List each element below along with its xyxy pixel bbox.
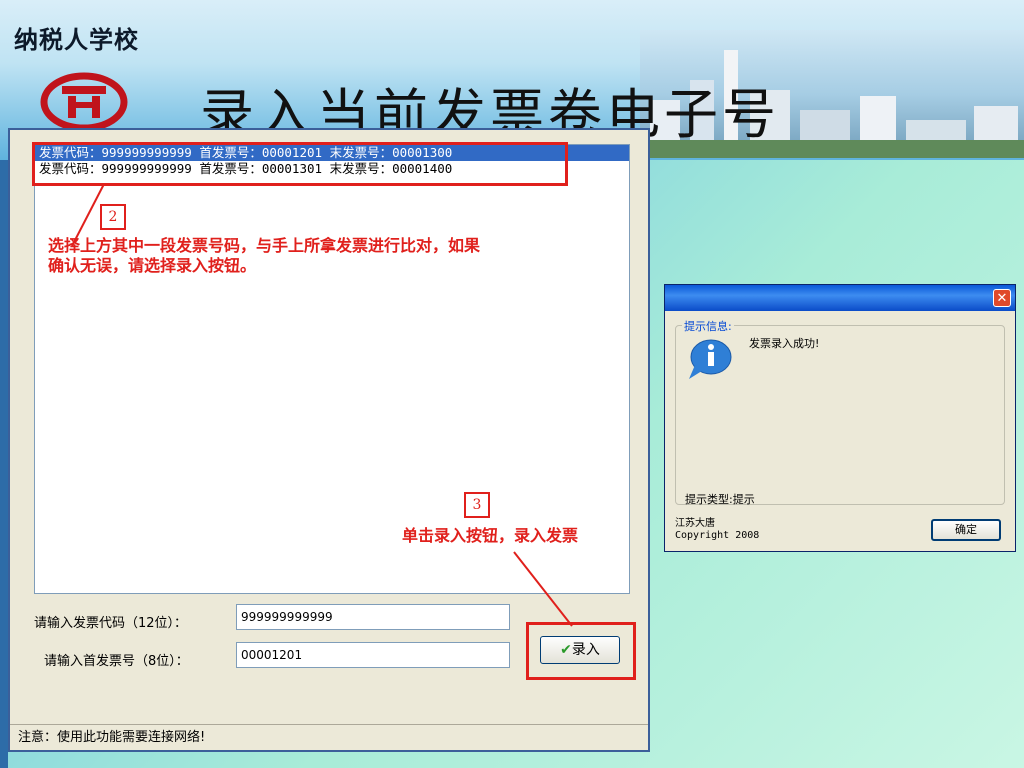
step-2-badge: 2	[100, 204, 126, 230]
school-name: 纳税人学校	[14, 25, 139, 54]
school-logo	[40, 72, 128, 128]
step-3-badge: 3	[464, 492, 490, 518]
ok-button[interactable]: 确定	[931, 519, 1001, 541]
status-text: 注意：使用此功能需要连接网络!	[18, 730, 206, 745]
enter-button[interactable]: ✔录入	[540, 636, 620, 664]
dialog-copyright: Copyright 2008	[675, 530, 760, 541]
message-dialog: ✕ 提示信息: 发票录入成功! 提示类型:提示 江苏大唐 Copyright 2…	[664, 284, 1016, 552]
invoice-code-input[interactable]: 999999999999	[236, 604, 510, 630]
slide-left-strip	[0, 160, 8, 768]
first-invoice-no-input[interactable]: 00001201	[236, 642, 510, 668]
dialog-message-type: 提示类型:提示	[685, 493, 755, 506]
step-3-instruction: 单击录入按钮，录入发票	[402, 526, 579, 545]
dialog-message: 发票录入成功!	[749, 337, 820, 350]
invoice-code-label: 请输入发票代码（12位）：	[34, 616, 188, 631]
checkmark-icon: ✔	[560, 642, 572, 658]
info-icon	[689, 339, 732, 379]
dialog-titlebar[interactable]: ✕	[665, 285, 1015, 311]
pointer-line-step3	[513, 551, 573, 627]
dialog-group-label: 提示信息:	[682, 318, 734, 334]
first-invoice-no-label: 请输入首发票号（8位）：	[44, 654, 189, 669]
dialog-company: 江苏大唐	[675, 518, 715, 529]
close-icon[interactable]: ✕	[993, 289, 1011, 307]
highlight-box-list	[32, 142, 568, 186]
step-2-instruction-line2: 确认无误，请选择录入按钮。	[48, 256, 257, 275]
invoice-entry-window: 发票代码：999999999999 首发票号：00001201 末发票号：000…	[8, 128, 650, 752]
status-bar: 注意：使用此功能需要连接网络!	[10, 724, 648, 750]
step-2-instruction-line1: 选择上方其中一段发票号码，与手上所拿发票进行比对，如果	[48, 236, 481, 255]
enter-button-label: 录入	[571, 642, 600, 658]
